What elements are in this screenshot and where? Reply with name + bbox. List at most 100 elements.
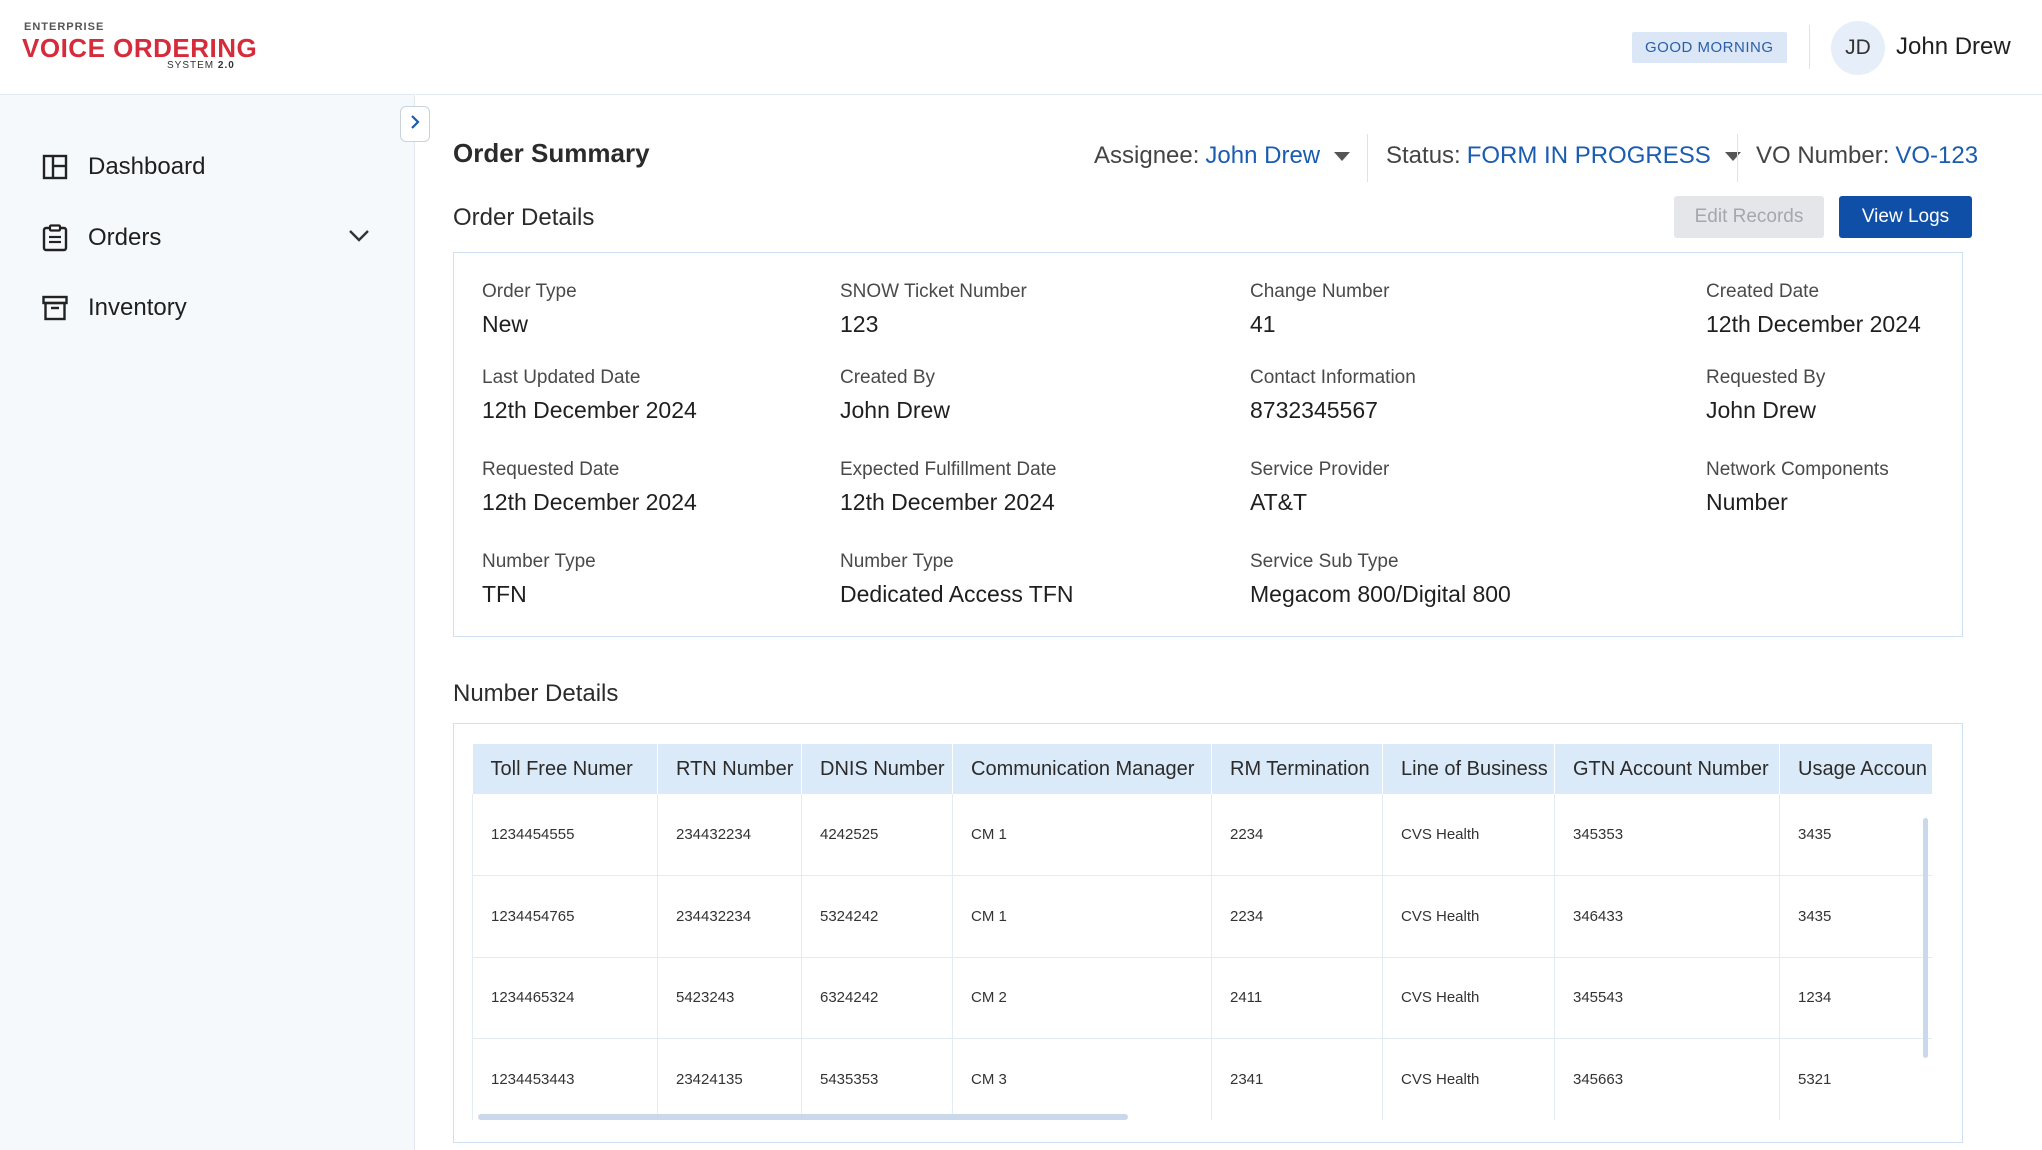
number-details-table-wrapper: Toll Free Numer RTN Number DNIS Number C… [472,744,1932,1120]
order-details-title: Order Details [453,204,595,231]
field-contact-information: Contact Information 8732345567 [1250,367,1416,424]
top-header: GOOD MORNING JD John Drew [416,0,2042,95]
table-cell: 234432234 [657,875,802,958]
dashboard-icon [40,152,70,182]
avatar[interactable]: JD [1831,21,1885,75]
table-cell: 346433 [1554,875,1780,958]
greeting-badge: GOOD MORNING [1632,32,1787,63]
column-header[interactable]: RTN Number [657,744,802,794]
field-label: Requested Date [482,459,620,480]
field-label: Number Type [482,551,596,572]
table-cell: CM 3 [952,1038,1212,1120]
field-value: New [482,311,529,337]
status-dropdown[interactable]: Status: FORM IN PROGRESS [1386,142,1741,170]
table-cell: CVS Health [1382,875,1555,958]
field-label: Service Sub Type [1250,551,1399,572]
table-row[interactable]: 1234465324 5423243 6324242 CM 2 2411 CVS… [472,957,1932,1039]
header-divider [1809,25,1810,69]
table-row[interactable]: 1234454765 234432234 5324242 CM 1 2234 C… [472,875,1932,958]
view-logs-button[interactable]: View Logs [1839,196,1972,238]
field-value: 8732345567 [1250,397,1378,423]
sidebar-collapse-button[interactable] [400,106,430,142]
table-cell: 5324242 [801,875,953,958]
vo-value[interactable]: VO-123 [1895,142,1978,170]
vertical-scrollbar[interactable] [1923,818,1928,1058]
edit-records-button[interactable]: Edit Records [1674,196,1824,238]
column-header[interactable]: Toll Free Numer [472,744,658,794]
table-cell: 2234 [1211,794,1383,876]
field-label: Requested By [1706,367,1826,388]
clipboard-icon [40,223,70,253]
column-header[interactable]: Communication Manager [952,744,1212,794]
field-label: Number Type [840,551,954,572]
field-value: John Drew [1706,397,1816,423]
field-value: John Drew [840,397,950,423]
vo-number: VO Number: VO-123 [1756,142,1978,170]
user-name[interactable]: John Drew [1896,33,2011,61]
sidebar-item-dashboard[interactable]: Dashboard [40,147,370,187]
table-cell: 2411 [1211,957,1383,1039]
field-value: Megacom 800/Digital 800 [1250,581,1511,607]
table-row[interactable]: 1234454555 234432234 4242525 CM 1 2234 C… [472,794,1932,876]
main-content: Order Summary Assignee: John Drew Status… [416,96,2042,1150]
assignee-dropdown[interactable]: Assignee: John Drew [1094,142,1351,170]
table-cell: CVS Health [1382,794,1555,876]
table-cell: 4242525 [801,794,953,876]
field-value: TFN [482,581,527,607]
status-label: Status: [1386,142,1461,169]
column-header[interactable]: RM Termination [1211,744,1383,794]
field-label: Created Date [1706,281,1820,302]
caret-down-icon [1334,151,1351,161]
field-number-type-secondary: Number Type Dedicated Access TFN [840,551,1074,608]
table-row[interactable]: 1234453443 23424135 5435353 CM 3 2341 CV… [472,1038,1932,1120]
field-value: Dedicated Access TFN [840,581,1074,607]
table-cell: 345353 [1554,794,1780,876]
table-cell: 5321 [1779,1038,1932,1120]
table-cell: CVS Health [1382,1038,1555,1120]
table-cell: CM 1 [952,794,1212,876]
field-label: Expected Fulfillment Date [840,459,1057,480]
field-value: 12th December 2024 [1706,311,1921,337]
field-order-type: Order Type New [482,281,577,338]
field-value: 12th December 2024 [840,489,1055,515]
column-header[interactable]: DNIS Number [801,744,953,794]
sidebar-item-label: Inventory [88,294,187,321]
column-header[interactable]: Line of Business [1382,744,1555,794]
field-value: 123 [840,311,879,337]
column-header[interactable]: Usage Accoun [1779,744,1932,794]
number-details-card: Toll Free Numer RTN Number DNIS Number C… [453,723,1963,1143]
table-cell: 1234453443 [472,1038,658,1120]
table-cell: 2341 [1211,1038,1383,1120]
table-cell: 3435 [1779,794,1932,876]
field-value: 12th December 2024 [482,397,697,423]
table-cell: 345663 [1554,1038,1780,1120]
field-service-sub-type: Service Sub Type Megacom 800/Digital 800 [1250,551,1511,608]
field-label: Last Updated Date [482,367,641,388]
field-value: Number [1706,489,1788,515]
table-cell: 1234465324 [472,957,658,1039]
chevron-right-icon [409,114,421,135]
column-header[interactable]: GTN Account Number [1554,744,1780,794]
sidebar-item-inventory[interactable]: Inventory [40,288,370,328]
logo-sub-version: 2.0 [217,60,235,71]
field-value: 41 [1250,311,1276,337]
field-label: Created By [840,367,936,388]
table-cell: 5423243 [657,957,802,1039]
sidebar-item-label: Dashboard [88,153,206,180]
order-details-card: Order Type New SNOW Ticket Number 123 Ch… [453,252,1963,637]
table-cell: 23424135 [657,1038,802,1120]
field-requested-by: Requested By John Drew [1706,367,1825,424]
horizontal-scrollbar[interactable] [478,1114,1128,1120]
field-value: AT&T [1250,489,1308,515]
field-label: SNOW Ticket Number [840,281,1027,302]
sidebar-item-orders[interactable]: Orders [40,218,370,258]
app-logo[interactable]: ENTERPRISE VOICE ORDERING SYSTEM 2.0 [0,0,415,95]
field-snow-ticket: SNOW Ticket Number 123 [840,281,1027,338]
chevron-down-icon[interactable] [348,229,370,248]
field-label: Order Type [482,281,577,302]
field-label: Network Components [1706,459,1889,480]
field-last-updated-date: Last Updated Date 12th December 2024 [482,367,697,424]
status-value: FORM IN PROGRESS [1466,142,1711,169]
field-created-date: Created Date 12th December 2024 [1706,281,1921,338]
logo-top-text: ENTERPRISE [24,21,105,33]
